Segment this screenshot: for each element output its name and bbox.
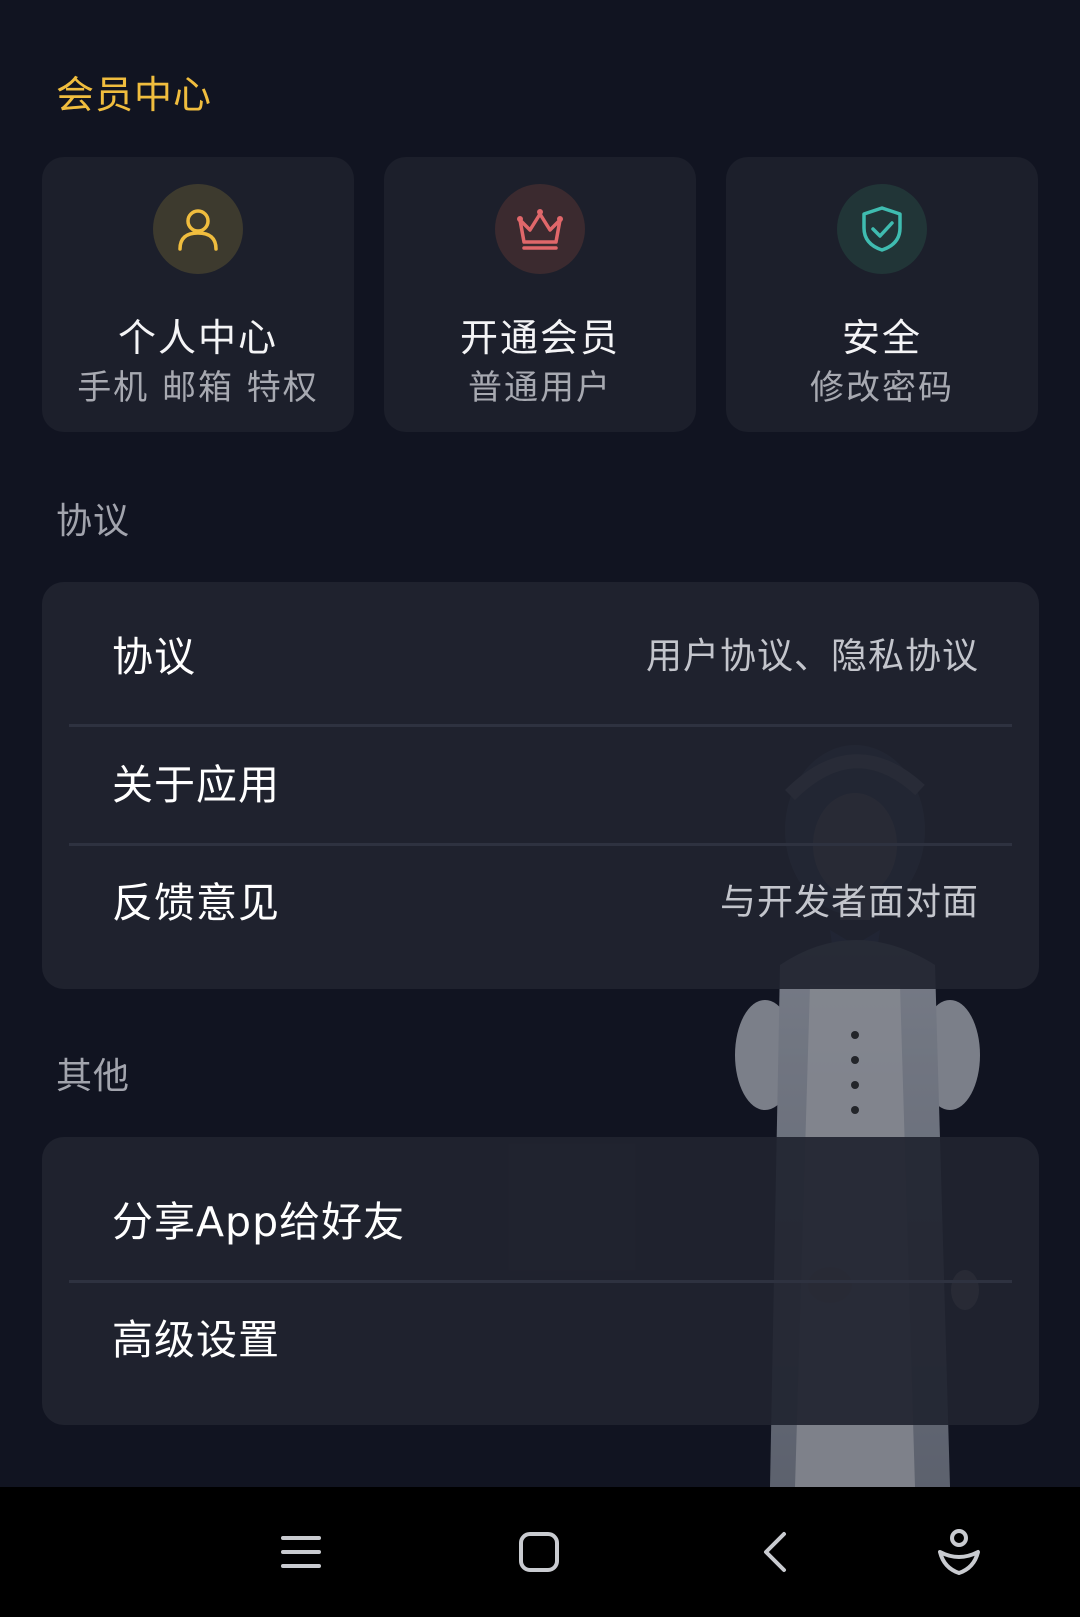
agreement-section-label: 协议 xyxy=(56,501,131,542)
membership-card[interactable]: 开通会员 普通用户 xyxy=(384,157,696,432)
card-subtitle: 普通用户 xyxy=(468,368,612,408)
member-cards: 个人中心 手机 邮箱 特权 开通会员 普通用户 安全 修改密码 xyxy=(42,157,1039,432)
card-subtitle: 手机 邮箱 特权 xyxy=(77,368,319,408)
system-navigation-bar xyxy=(0,1487,1080,1617)
card-title: 安全 xyxy=(841,316,922,360)
feedback-row[interactable]: 反馈意见 与开发者面对面 xyxy=(42,844,1039,962)
home-square-icon[interactable] xyxy=(504,1517,574,1587)
personal-center-card[interactable]: 个人中心 手机 邮箱 特权 xyxy=(42,157,354,432)
row-label: 协议 xyxy=(112,633,196,681)
row-value: 用户协议、隐私协议 xyxy=(645,636,979,677)
row-label: 关于应用 xyxy=(112,761,280,809)
security-card[interactable]: 安全 修改密码 xyxy=(726,157,1038,432)
card-title: 开通会员 xyxy=(459,316,620,360)
agreement-group: 协议 用户协议、隐私协议 关于应用 反馈意见 与开发者面对面 xyxy=(42,582,1039,989)
advanced-settings-row[interactable]: 高级设置 xyxy=(42,1281,1039,1399)
crown-icon xyxy=(495,184,585,274)
row-label: 高级设置 xyxy=(112,1316,280,1364)
back-icon[interactable] xyxy=(741,1517,811,1587)
assistant-icon[interactable] xyxy=(924,1517,994,1587)
row-value: 与开发者面对面 xyxy=(719,882,979,923)
member-center-title: 会员中心 xyxy=(56,73,213,117)
agreement-row[interactable]: 协议 用户协议、隐私协议 xyxy=(42,598,1039,716)
menu-icon[interactable] xyxy=(266,1517,336,1587)
card-subtitle: 修改密码 xyxy=(810,368,954,408)
row-label: 分享App给好友 xyxy=(112,1198,406,1246)
user-icon xyxy=(153,184,243,274)
other-section-label: 其他 xyxy=(56,1056,131,1097)
about-app-row[interactable]: 关于应用 xyxy=(42,726,1039,844)
row-label: 反馈意见 xyxy=(112,879,280,927)
card-title: 个人中心 xyxy=(117,316,278,360)
other-group: 分享App给好友 高级设置 xyxy=(42,1137,1039,1425)
share-app-row[interactable]: 分享App给好友 xyxy=(42,1163,1039,1281)
settings-page: 会员中心 个人中心 手机 邮箱 特权 开通会员 普通用户 安全 修改密码 协议 … xyxy=(0,0,1080,1487)
shield-check-icon xyxy=(837,184,927,274)
